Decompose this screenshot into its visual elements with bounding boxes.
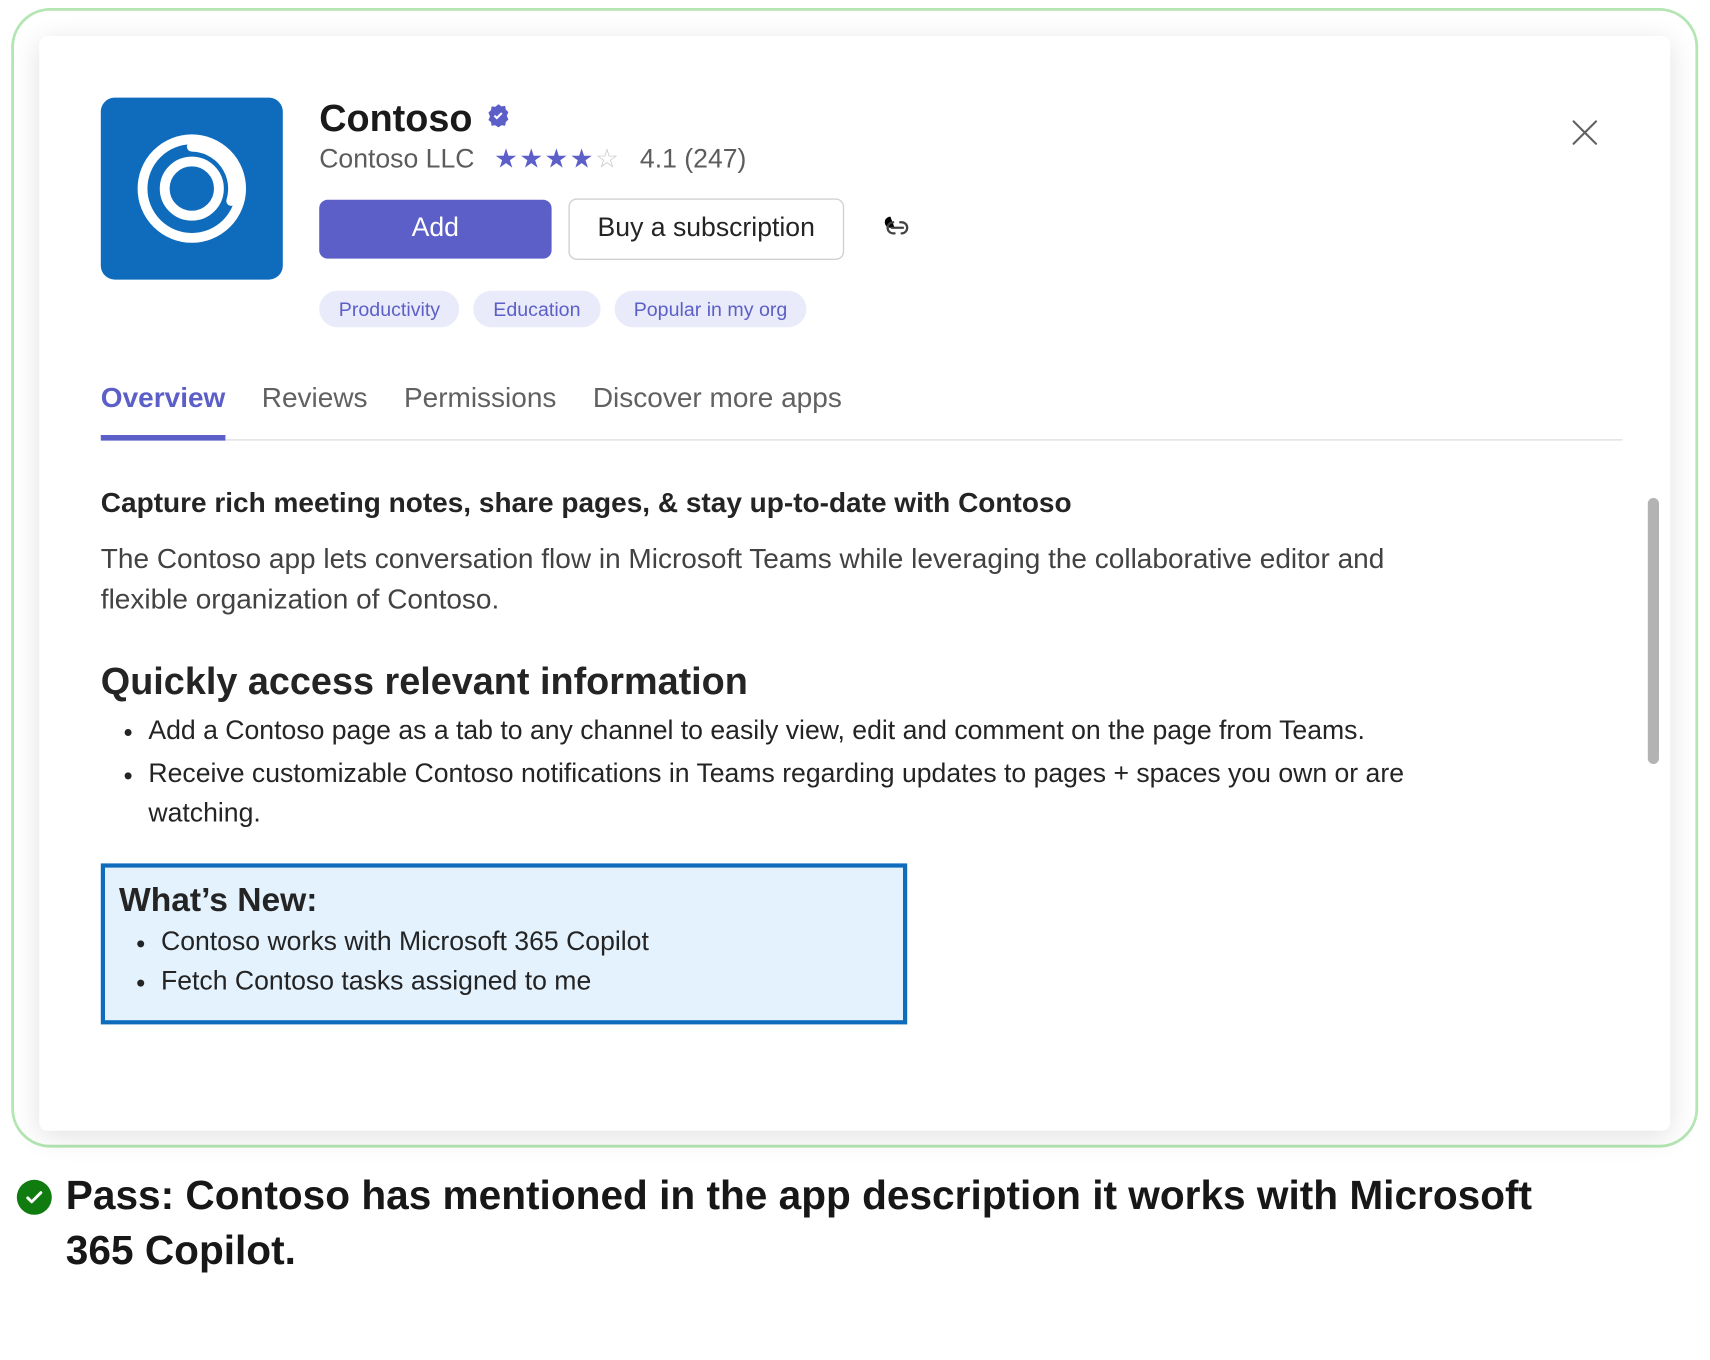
copy-link-button[interactable]	[872, 202, 922, 257]
scrollbar-thumb[interactable]	[1648, 498, 1659, 764]
lead-heading: Capture rich meeting notes, share pages,…	[101, 488, 1581, 520]
feature-bullet: Add a Contoso page as a tab to any chann…	[148, 712, 1500, 752]
whats-new-list: Contoso works with Microsoft 365 Copilot…	[113, 923, 894, 1003]
whats-new-item: Contoso works with Microsoft 365 Copilot	[161, 923, 895, 963]
verified-badge-icon	[486, 103, 511, 135]
tab-reviews[interactable]: Reviews	[262, 383, 368, 440]
feature-bullets: Add a Contoso page as a tab to any chann…	[101, 712, 1501, 835]
tag-row: Productivity Education Popular in my org	[319, 291, 1622, 327]
tab-overview[interactable]: Overview	[101, 383, 226, 440]
tab-bar: Overview Reviews Permissions Discover mo…	[101, 383, 1623, 440]
feature-bullet: Receive customizable Contoso notificatio…	[148, 755, 1500, 835]
whats-new-heading: What’s New:	[119, 881, 895, 920]
tag-popular[interactable]: Popular in my org	[614, 291, 807, 327]
lead-paragraph: The Contoso app lets conversation flow i…	[101, 540, 1445, 621]
whats-new-highlight: What’s New: Contoso works with Microsoft…	[101, 863, 907, 1024]
app-details-card: Contoso Contoso LLC ★★★★☆ 4.1 (247) Add …	[39, 36, 1670, 1131]
validation-frame: Contoso Contoso LLC ★★★★☆ 4.1 (247) Add …	[11, 8, 1698, 1148]
whats-new-item: Fetch Contoso tasks assigned to me	[161, 963, 895, 1003]
buy-subscription-button[interactable]: Buy a subscription	[568, 198, 844, 260]
section-heading: Quickly access relevant information	[101, 660, 1581, 703]
rating-text: 4.1 (247)	[640, 145, 746, 176]
tab-permissions[interactable]: Permissions	[404, 383, 556, 440]
check-circle-icon	[17, 1180, 52, 1215]
tag-productivity[interactable]: Productivity	[319, 291, 460, 327]
app-icon	[101, 98, 283, 280]
close-button[interactable]	[1567, 114, 1603, 159]
add-button[interactable]: Add	[319, 200, 551, 259]
app-header: Contoso Contoso LLC ★★★★☆ 4.1 (247) Add …	[101, 98, 1623, 328]
validation-result: Pass: Contoso has mentioned in the app d…	[17, 1170, 1693, 1280]
publisher-name: Contoso LLC	[319, 145, 474, 176]
link-icon	[881, 210, 915, 244]
app-title: Contoso	[319, 98, 472, 141]
tag-education[interactable]: Education	[474, 291, 600, 327]
overview-content: Capture rich meeting notes, share pages,…	[101, 488, 1623, 1024]
tab-discover[interactable]: Discover more apps	[593, 383, 842, 440]
validation-message: Pass: Contoso has mentioned in the app d…	[66, 1170, 1550, 1280]
rating-stars: ★★★★☆	[494, 144, 620, 176]
app-logo-icon	[130, 127, 253, 250]
close-icon	[1572, 120, 1597, 145]
